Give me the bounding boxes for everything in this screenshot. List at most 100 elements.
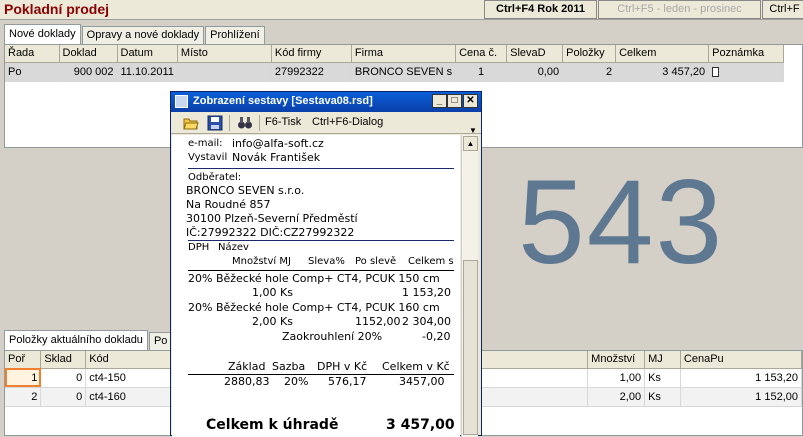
report-item1-qty: 1,00 Ks [252, 286, 293, 299]
report-paper: e-mail: info@alfa-soft.cz Vystavil Novák… [172, 135, 460, 437]
year-button[interactable]: Ctrl+F4 Rok 2011 [484, 0, 597, 19]
dialog-button[interactable]: Ctrl+F6-Dialog [312, 116, 383, 128]
report-sum-total-label: Celkem v Kč [382, 360, 450, 373]
toolbar-separator [259, 115, 260, 131]
tab-browse[interactable]: Prohlížení [205, 26, 265, 44]
cell-por[interactable]: 1 [5, 368, 42, 388]
report-issued-label: Vystavil [188, 152, 228, 163]
report-col-discount: Sleva% [308, 256, 345, 267]
col-header-misto[interactable]: Místo [177, 45, 272, 63]
cell-rada[interactable]: Po [5, 62, 60, 82]
bottom-tabs: Položky aktuálního dokladu Po [4, 330, 173, 350]
col-header-mj[interactable]: MJ [644, 351, 681, 369]
col-header-cena[interactable]: Cena č. [455, 45, 508, 63]
cell-misto[interactable] [177, 62, 272, 82]
report-divider [188, 168, 454, 169]
col-header-celkem[interactable]: Celkem [615, 45, 710, 63]
cell-datum[interactable]: 11.10.2011 [117, 62, 178, 82]
report-sum-vat-label: DPH v Kč [317, 360, 368, 373]
report-customer-ids: IČ:27992322 DIČ:CZ27992322 [186, 226, 355, 239]
top-bar: Pokladní prodej Ctrl+F4 Rok 2011 Ctrl+F5… [0, 0, 803, 20]
cell-cena[interactable]: 1 [455, 62, 508, 82]
cell-cenapu[interactable]: 1 152,00 [680, 387, 803, 407]
print-button[interactable]: F6-Tisk [265, 116, 301, 128]
report-issued-value: Novák František [232, 151, 321, 164]
window-icon [175, 95, 188, 108]
col-header-sklad[interactable]: Sklad [40, 351, 87, 369]
scroll-up-arrow-icon[interactable]: ▲ [463, 136, 478, 151]
report-titlebar[interactable]: Zobrazení sestavy [Sestava08.rsd] _ □ ✕ [171, 92, 481, 112]
cell-cenapu[interactable]: 1 153,20 [680, 368, 803, 388]
report-item1-total: 1 153,20 [402, 286, 451, 299]
cell-mj[interactable]: Ks [644, 387, 681, 407]
col-header-por[interactable]: Poř [5, 351, 42, 369]
col-header-rada[interactable]: Řada [5, 45, 60, 63]
cell-sklad[interactable]: 0 [40, 387, 87, 407]
cell-sleva[interactable]: 0,00 [506, 62, 564, 82]
cell-mj[interactable]: Ks [644, 368, 681, 388]
cell-poznamka[interactable] [708, 62, 785, 82]
report-sum-total: 3457,00 [399, 375, 445, 388]
report-divider [188, 240, 454, 241]
scroll-thumb[interactable] [463, 260, 478, 435]
report-customer-label: Odběratel: [188, 172, 242, 183]
save-icon[interactable] [207, 115, 223, 131]
next-shortcut-button[interactable]: Ctrl+F [762, 0, 803, 19]
report-rounding-value: -0,20 [422, 330, 451, 343]
tab-new-documents[interactable]: Nové doklady [4, 24, 81, 44]
report-item1-desc: 20% Běžecké hole Comp+ CT4, PCUK 150 cm [188, 272, 440, 285]
col-header-firma[interactable]: Firma [351, 45, 457, 63]
report-item2-after: 1152,00 [355, 315, 401, 328]
report-item2-total: 2 304,00 [402, 315, 451, 328]
maximize-button[interactable]: □ [447, 94, 462, 108]
report-preview-window: Zobrazení sestavy [Sestava08.rsd] _ □ ✕ … [170, 91, 482, 437]
toolbar-separator [229, 115, 230, 131]
toolbar-overflow-icon[interactable]: ▼ [469, 126, 477, 135]
cell-sklad[interactable]: 0 [40, 368, 87, 388]
app-title: Pokladní prodej [4, 1, 110, 17]
top-tabs: Nové doklady Opravy a nové doklady Prohl… [4, 24, 266, 44]
tab-other[interactable]: Po [148, 332, 173, 350]
close-button[interactable]: ✕ [463, 94, 478, 108]
tab-corrections[interactable]: Opravy a nové doklady [81, 26, 205, 44]
big-display-number: 543 [518, 155, 725, 289]
col-header-cenapu[interactable]: CenaPu [680, 351, 803, 369]
col-header-doklad[interactable]: Doklad [59, 45, 118, 63]
col-header-mnozstvi[interactable]: Množství [587, 351, 646, 369]
report-scrollbar[interactable]: ▲ [461, 135, 478, 437]
report-col-after-discount: Po slevě [355, 256, 397, 267]
report-title: Zobrazení sestavy [Sestava08.rsd] [193, 95, 373, 107]
report-item2-qty: 2,00 Ks [252, 315, 293, 328]
col-header-datum[interactable]: Datum [117, 45, 178, 63]
report-col-name: Název [218, 242, 249, 253]
report-col-dph: DPH [188, 242, 210, 253]
cell-por[interactable]: 2 [5, 387, 42, 407]
note-icon[interactable] [712, 66, 720, 77]
report-col-total: Celkem s [408, 256, 454, 267]
report-customer-name: BRONCO SEVEN s.r.o. [186, 184, 305, 197]
report-customer-street: Na Roudné 857 [186, 198, 271, 211]
minimize-button[interactable]: _ [432, 94, 447, 108]
report-email-value: info@alfa-soft.cz [232, 137, 324, 150]
report-due-label: Celkem k úhradě [206, 417, 339, 433]
report-sum-rate-label: Sazba [272, 360, 306, 373]
cell-celkem[interactable]: 3 457,20 [615, 62, 710, 82]
table-row[interactable]: Po 900 002 11.10.2011 27992322 BRONCO SE… [5, 62, 785, 82]
col-header-poznamka[interactable]: Poznámka [708, 45, 785, 63]
binoculars-icon[interactable] [237, 115, 253, 131]
cell-mnozstvi[interactable]: 2,00 [587, 387, 646, 407]
col-header-kod-firmy[interactable]: Kód firmy [271, 45, 352, 63]
folder-open-icon[interactable] [183, 115, 199, 131]
col-header-sleva[interactable]: SlevaD [506, 45, 564, 63]
tab-current-items[interactable]: Položky aktuálního dokladu [4, 330, 148, 350]
cell-firma[interactable]: BRONCO SEVEN s [351, 62, 457, 82]
cell-kod-firmy[interactable]: 27992322 [271, 62, 352, 82]
document-grid: Řada Doklad Datum Místo Kód firmy Firma … [5, 45, 785, 82]
period-button[interactable]: Ctrl+F5 - leden - prosinec [598, 0, 761, 19]
cell-doklad[interactable]: 900 002 [59, 62, 118, 82]
report-sum-base-label: Základ [228, 360, 266, 373]
cell-mnozstvi[interactable]: 1,00 [587, 368, 646, 388]
cell-polozky[interactable]: 2 [562, 62, 617, 82]
report-toolbar: F6-Tisk Ctrl+F6-Dialog ▼ [171, 112, 481, 135]
col-header-polozky[interactable]: Položky [562, 45, 617, 63]
